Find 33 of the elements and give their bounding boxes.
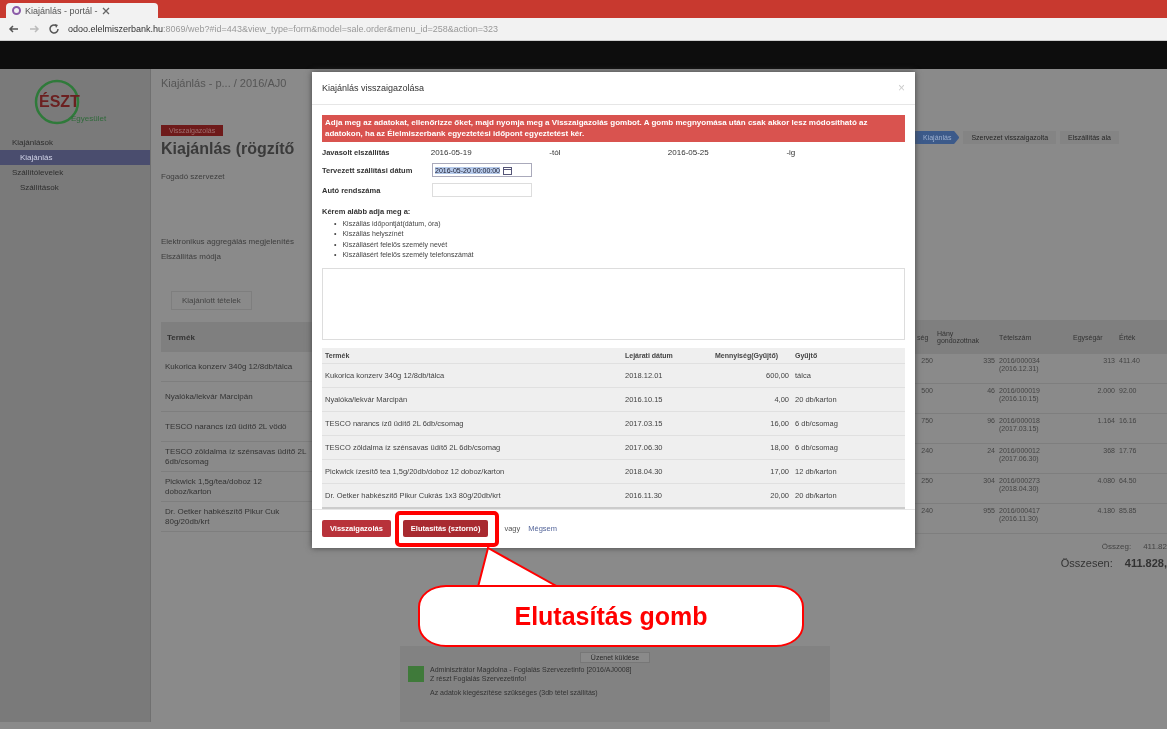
reload-icon (48, 23, 60, 35)
field-value: -ig (786, 148, 797, 158)
page-title: Kiajánlás (rögzítő (161, 140, 296, 158)
dialog-title: Kiajánlás visszaigazolása (322, 83, 425, 94)
field-label: Elszállítás módja (161, 252, 223, 261)
field-label: Fogadó szervezet (161, 172, 226, 181)
total-value: 411.82 (1143, 542, 1167, 551)
text-area[interactable] (322, 267, 905, 340)
total-label: Összeg: (1101, 542, 1132, 551)
forward-icon (28, 23, 40, 35)
input-field[interactable] (432, 183, 532, 198)
calendar-icon (503, 165, 512, 175)
total-label: Összesen: (1060, 557, 1113, 569)
menu-section-title: Kiajánlások (11, 137, 54, 149)
field-value: 2016-05-19 (430, 148, 473, 158)
column-header: Termék (161, 322, 312, 352)
field-value: -tól (549, 148, 562, 158)
close-icon (101, 6, 110, 15)
notebook-tab[interactable]: Kiajánlott tételek (171, 291, 252, 310)
callout-text: Elutasítás gomb (514, 601, 708, 631)
globe-icon (12, 6, 21, 15)
total-value: 411.828, (1124, 557, 1167, 569)
field-label: Elektronikus aggregálás megjelenítés (161, 237, 295, 246)
alert-message: Adja meg az adatokat, ellenőrizze őket, majd nyomja meg a Visszaigazolás gombot. A gomb megnyomása után csak akkor lesz módosítható az adatokon, ha az Élelmiszerbank egyeztetési időpont egyeztetést kér. (322, 115, 905, 143)
browser-tab[interactable]: Kiajánlás - portál - (6, 3, 158, 18)
menu-item[interactable]: Kiajánlás (0, 150, 150, 165)
menu-item[interactable]: Szállítások (0, 180, 150, 195)
field-value: 2016-05-25 (667, 148, 710, 158)
back-icon (8, 23, 20, 35)
avatar-icon (408, 666, 424, 682)
address-field[interactable]: odoo.elelmiszerbank.hu:8069/web?#id=443&view_type=form&model=sale.order&menu_id=258&action=323 (68, 24, 499, 34)
tab-title: Kiajánlás - portál - (25, 5, 98, 16)
menu-section-title: Szállítólevelek (11, 167, 65, 179)
